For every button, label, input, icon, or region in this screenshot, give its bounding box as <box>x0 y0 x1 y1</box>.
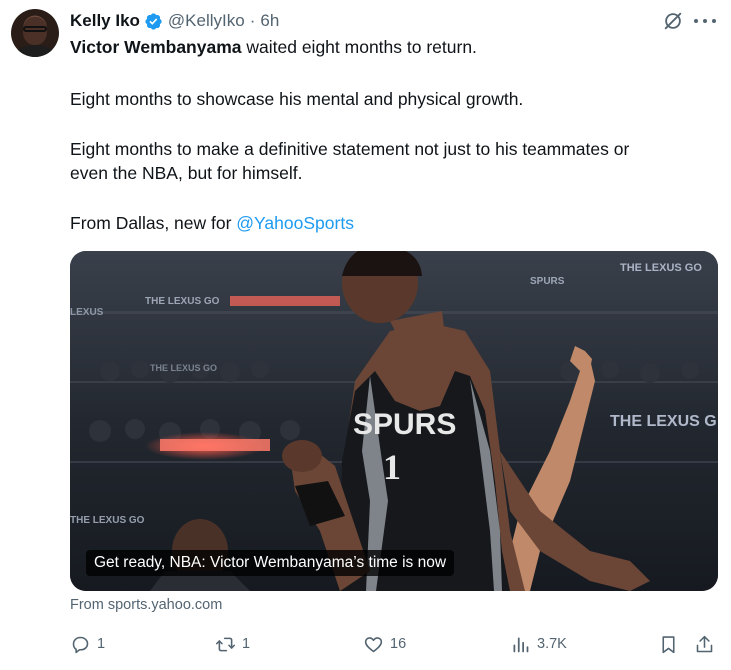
views-button[interactable]: 3.7K <box>510 628 567 660</box>
verified-badge-icon[interactable] <box>144 12 163 31</box>
tweet-text-line-2: Eight months to showcase his mental and … <box>70 89 524 109</box>
tweet[interactable]: Kelly Iko @KellyIko · 6h Victor Wembanya… <box>0 0 731 670</box>
more-options-icon[interactable] <box>694 12 716 30</box>
avatar[interactable] <box>11 9 59 57</box>
reply-count: 1 <box>97 636 106 652</box>
svg-text:THE LEXUS GO: THE LEXUS GO <box>145 296 220 307</box>
views-count: 3.7K <box>537 636 567 652</box>
tweet-actions: 1 1 16 3.7K <box>70 628 718 660</box>
reply-icon <box>72 636 89 653</box>
svg-text:LEXUS: LEXUS <box>70 307 104 318</box>
share-icon <box>696 635 713 652</box>
timestamp[interactable]: 6h <box>260 11 279 31</box>
svg-text:THE LEXUS G: THE LEXUS G <box>610 413 717 430</box>
like-count: 16 <box>390 636 407 652</box>
svg-text:SPURS: SPURS <box>530 276 565 287</box>
tweet-text-line-1: Victor Wembanyama waited eight months to… <box>70 37 477 57</box>
grok-icon[interactable] <box>662 10 684 32</box>
article-image: THE LEXUS GO LEXUS THE LEXUS GO SPURS TH… <box>70 251 718 591</box>
like-button[interactable]: 16 <box>363 628 406 660</box>
repost-icon <box>215 637 236 651</box>
svg-text:THE LEXUS GO: THE LEXUS GO <box>70 515 145 526</box>
jersey-team-text: SPURS <box>353 408 456 441</box>
separator-dot: · <box>249 11 256 30</box>
svg-text:THE LEXUS GO: THE LEXUS GO <box>150 363 217 373</box>
svg-text:THE LEXUS GO: THE LEXUS GO <box>620 262 702 274</box>
author-name[interactable]: Kelly Iko <box>70 11 140 31</box>
tweet-text-line-4: From Dallas, new for @YahooSports <box>70 213 354 233</box>
heart-icon <box>364 636 383 652</box>
repost-button[interactable]: 1 <box>215 628 250 660</box>
bookmark-icon <box>662 635 675 653</box>
mention-bold: Victor Wembanyama <box>70 37 242 57</box>
share-button[interactable] <box>694 628 715 660</box>
tweet-text-line-3b: even the NBA, but for himself. <box>70 163 303 183</box>
reply-button[interactable]: 1 <box>70 628 105 660</box>
repost-count: 1 <box>242 636 251 652</box>
tweet-header: Kelly Iko @KellyIko · 6h <box>70 10 279 32</box>
card-source[interactable]: From sports.yahoo.com <box>70 597 222 613</box>
link-card[interactable]: THE LEXUS GO LEXUS THE LEXUS GO SPURS TH… <box>70 251 718 591</box>
tweet-text-line-3a: Eight months to make a definitive statem… <box>70 139 630 159</box>
jersey-number-text: 1 <box>383 447 401 487</box>
yahoo-sports-link[interactable]: @YahooSports <box>236 213 354 233</box>
card-caption: Get ready, NBA: Victor Wembanyama’s time… <box>86 550 455 576</box>
views-chart-icon <box>513 637 529 652</box>
author-handle[interactable]: @KellyIko <box>168 11 245 31</box>
bookmark-button[interactable] <box>658 628 679 660</box>
